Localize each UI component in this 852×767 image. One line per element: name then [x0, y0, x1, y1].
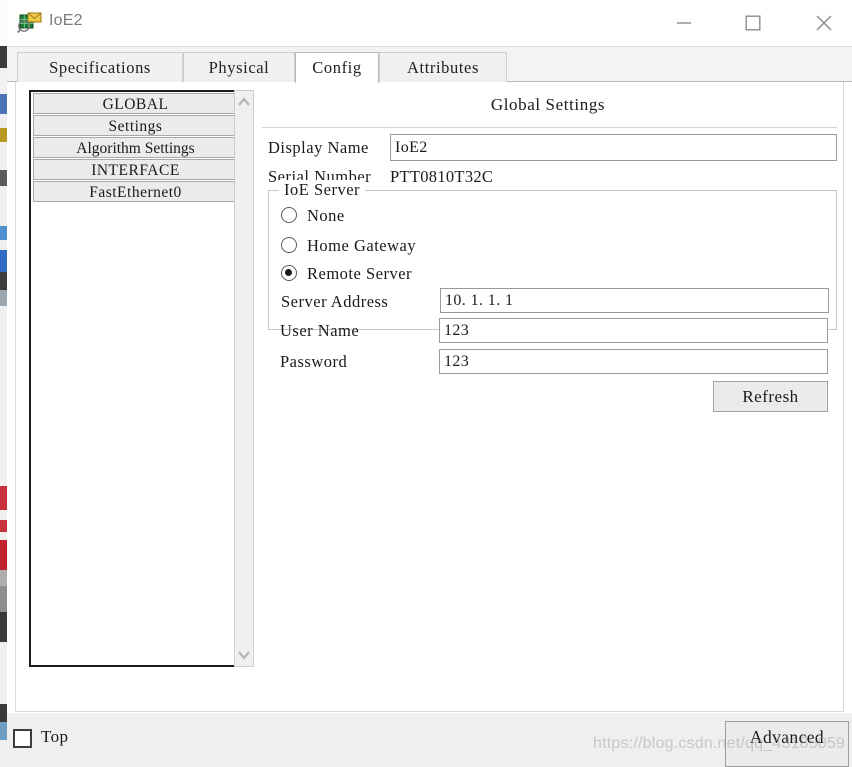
display-name-input[interactable]: [390, 134, 837, 161]
minimize-icon: [676, 22, 691, 24]
minimize-button[interactable]: [656, 0, 711, 46]
background-window-sliver: [0, 0, 7, 766]
user-name-label: User Name: [280, 321, 360, 340]
sidebar-item-algorithm-settings[interactable]: Algorithm Settings: [33, 137, 238, 158]
ioe-server-legend: IoE Server: [279, 180, 366, 200]
ioe-device-icon: [17, 10, 43, 36]
sidebar-item-fastethernet0[interactable]: FastEthernet0: [33, 181, 238, 202]
top-checkbox[interactable]: [13, 729, 32, 748]
settings-tree[interactable]: GLOBAL Settings Algorithm Settings INTER…: [29, 90, 242, 667]
window-title: IoE2: [49, 12, 83, 29]
tab-config[interactable]: Config: [295, 52, 379, 83]
close-button[interactable]: [796, 0, 851, 46]
advanced-button[interactable]: Advanced: [725, 721, 849, 767]
user-name-input[interactable]: [439, 318, 828, 343]
sidebar-item-settings[interactable]: Settings: [33, 115, 238, 136]
window-footer: Top Advanced: [7, 713, 852, 767]
server-address-input[interactable]: [440, 288, 829, 313]
password-label: Password: [280, 352, 348, 371]
page-title: Global Settings: [490, 95, 606, 114]
window-frame: IoE2 Specifications Physical Config Attr…: [7, 0, 852, 767]
tab-attributes[interactable]: Attributes: [379, 52, 507, 82]
serial-number-value: PTT0810T32C: [390, 167, 494, 186]
settings-tree-scrollbar[interactable]: [234, 90, 254, 667]
chevron-up-icon: [238, 97, 250, 106]
scroll-down-button[interactable]: [235, 646, 253, 664]
display-name-label: Display Name: [268, 138, 369, 157]
refresh-button[interactable]: Refresh: [713, 381, 828, 412]
radio-home-gateway-indicator[interactable]: [281, 237, 297, 253]
server-address-label: Server Address: [281, 292, 389, 311]
sidebar-item-global[interactable]: GLOBAL: [33, 93, 238, 114]
ioe-server-group: IoE Server None Home Gateway Remote Serv…: [268, 180, 837, 330]
tab-specifications[interactable]: Specifications: [17, 52, 183, 82]
tab-strip: Specifications Physical Config Attribute…: [7, 47, 852, 83]
maximize-icon: [745, 15, 761, 31]
close-icon: [816, 15, 831, 31]
device-config-window: IoE2 Specifications Physical Config Attr…: [0, 0, 852, 767]
chevron-down-icon: [238, 651, 250, 660]
tab-physical[interactable]: Physical: [183, 52, 295, 82]
radio-none-label: None: [307, 206, 345, 225]
radio-remote-server-indicator[interactable]: [281, 265, 297, 281]
sidebar-item-interface[interactable]: INTERFACE: [33, 159, 238, 180]
top-checkbox-label: Top: [41, 727, 69, 746]
password-input[interactable]: [439, 349, 828, 374]
scroll-up-button[interactable]: [235, 93, 253, 111]
global-settings-form: Global Settings Display Name Serial Numb…: [259, 82, 837, 710]
radio-home-gateway-label: Home Gateway: [307, 236, 417, 255]
title-bar: IoE2: [7, 0, 852, 47]
config-panel: GLOBAL Settings Algorithm Settings INTER…: [15, 82, 844, 712]
title-divider: [262, 127, 837, 128]
radio-remote-server-label: Remote Server: [307, 264, 413, 283]
radio-none-indicator[interactable]: [281, 207, 297, 223]
maximize-button[interactable]: [725, 0, 780, 46]
